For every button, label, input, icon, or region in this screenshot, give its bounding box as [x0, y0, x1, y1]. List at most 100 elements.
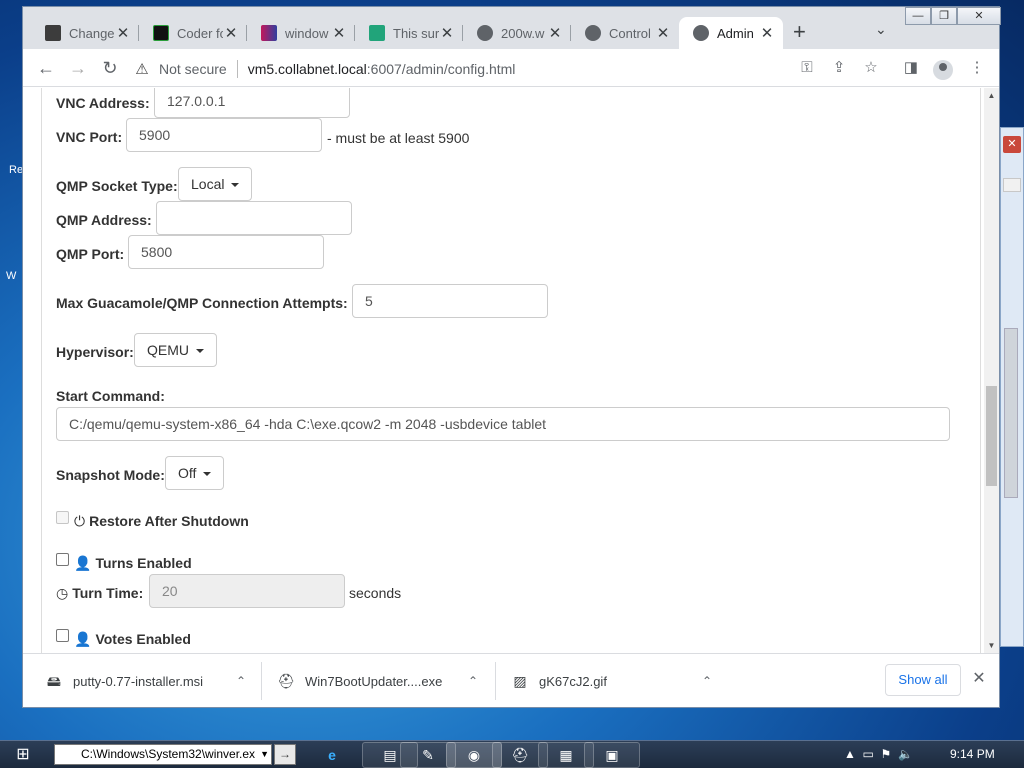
globe-icon: [477, 25, 493, 41]
not-secure-label[interactable]: Not secure: [159, 61, 227, 77]
user-icon: 👤: [74, 555, 92, 571]
url-text[interactable]: vm5.collabnet.local:6007/admin/config.ht…: [248, 61, 516, 77]
tab-coder[interactable]: Coder fo ✕: [139, 17, 247, 49]
votes-enabled-checkbox[interactable]: [56, 629, 69, 642]
tab-admin[interactable]: Admin ✕: [679, 17, 783, 49]
page-scrollbar[interactable]: ▲ ▼: [984, 88, 999, 653]
qmp-port-label: QMP Port:: [56, 246, 125, 262]
run-address-box[interactable]: C:\Windows\System32\winver.ex ▼: [54, 744, 272, 765]
start-command-label: Start Command:: [56, 388, 165, 404]
clock[interactable]: 9:14 PM: [950, 747, 995, 761]
qmp-port-input[interactable]: 5800: [128, 235, 324, 269]
download-item[interactable]: ⛑ Win7BootUpdater....exe ⌃: [277, 654, 483, 708]
qmp-address-input[interactable]: [156, 201, 352, 235]
restore-button[interactable]: ❐: [931, 7, 957, 25]
exe-icon: ⛑: [277, 673, 295, 689]
chevron-up-icon[interactable]: ⌃: [697, 674, 717, 688]
close-shelf-icon[interactable]: ✕: [969, 669, 989, 689]
snapshot-mode-label: Snapshot Mode:: [56, 467, 165, 483]
tab-this-sur[interactable]: This sur ✕: [355, 17, 463, 49]
votes-label-text: Votes Enabled: [95, 631, 191, 647]
turns-label-text: Turns Enabled: [95, 555, 192, 571]
page-content: VNC Address: 127.0.0.1 VNC Port: 5900 - …: [23, 88, 999, 653]
back-arrow-icon[interactable]: ←: [35, 57, 57, 79]
max-attempts-label: Max Guacamole/QMP Connection Attempts:: [56, 295, 348, 311]
qmp-socket-label: QMP Socket Type:: [56, 178, 178, 194]
turn-time-input[interactable]: 20: [149, 574, 345, 608]
profile-avatar[interactable]: [933, 60, 953, 80]
menu-kebab-icon[interactable]: ⋮: [967, 57, 987, 79]
side-panel-icon[interactable]: ◨: [901, 57, 921, 79]
start-command-input[interactable]: C:/qemu/qemu-system-x86_64 -hda C:\exe.q…: [56, 407, 950, 441]
image-icon: ▨: [513, 673, 527, 689]
windows-start-icon[interactable]: ⊞: [12, 745, 34, 765]
system-tray[interactable]: ▲ ▭ ⚑ 🔈: [844, 747, 913, 761]
download-name: gK67cJ2.gif: [539, 673, 607, 689]
go-arrow-icon[interactable]: →: [274, 744, 296, 765]
snapshot-mode-dropdown[interactable]: Off: [165, 456, 225, 490]
key-icon[interactable]: ⚿: [797, 57, 817, 79]
share-icon[interactable]: ⇪: [829, 57, 849, 79]
power-icon: ⏻: [74, 513, 86, 529]
qmp-socket-value: Local: [191, 176, 225, 192]
taskbar: ⊞ C:\Windows\System32\winver.ex ▼ → e ▤ …: [0, 740, 1024, 768]
turn-time-label-text: Turn Time:: [72, 585, 144, 601]
close-icon[interactable]: ✕: [223, 24, 239, 42]
tab-change[interactable]: Change ✕: [31, 17, 139, 49]
close-icon[interactable]: ✕: [331, 24, 347, 42]
tab-search-chevron-icon[interactable]: ⌄: [875, 21, 887, 38]
globe-icon: [693, 25, 709, 41]
new-tab-button[interactable]: +: [793, 21, 806, 43]
run-address-text: C:\Windows\System32\winver.ex: [81, 747, 256, 761]
close-icon[interactable]: ✕: [547, 24, 563, 42]
hypervisor-dropdown[interactable]: QEMU: [134, 333, 217, 367]
forward-arrow-icon[interactable]: →: [67, 57, 89, 79]
caret-down-icon: [203, 472, 212, 477]
desktop-icon-label: Re: [9, 164, 24, 176]
tab-label: window: [285, 25, 329, 41]
qmp-socket-dropdown[interactable]: Local: [178, 167, 253, 201]
edge-icon[interactable]: e: [304, 742, 360, 768]
scroll-down-icon[interactable]: ▼: [984, 638, 999, 653]
scrollbar-thumb[interactable]: [986, 386, 997, 486]
site-icon: [153, 25, 169, 41]
minimize-button[interactable]: —: [905, 7, 931, 25]
vnc-address-input[interactable]: 127.0.0.1: [154, 88, 350, 118]
scroll-up-icon[interactable]: ▲: [984, 88, 999, 103]
hypervisor-value: QEMU: [147, 342, 189, 358]
close-icon[interactable]: ✕: [655, 24, 671, 42]
dropdown-arrow-icon[interactable]: ▼: [260, 745, 269, 764]
download-name: Win7BootUpdater....exe: [305, 673, 443, 689]
vnc-port-label: VNC Port:: [56, 129, 123, 145]
browser-toolbar: ← → ↻ ⚠ Not secure vm5.collabnet.local:6…: [23, 49, 999, 87]
max-attempts-input[interactable]: 5: [352, 284, 548, 318]
reload-icon[interactable]: ↻: [99, 57, 121, 79]
caret-down-icon: [231, 183, 240, 188]
turn-time-unit: seconds: [349, 585, 402, 601]
restore-after-shutdown-label: ⏻ Restore After Shutdown: [74, 513, 249, 530]
tab-control[interactable]: Control ✕: [571, 17, 679, 49]
close-icon[interactable]: ✕: [759, 24, 775, 42]
tab-200w[interactable]: 200w.w ✕: [463, 17, 571, 49]
bookmark-star-icon[interactable]: ☆: [861, 57, 881, 79]
address-bar[interactable]: ⚠ Not secure vm5.collabnet.local:6007/ad…: [133, 55, 873, 83]
download-item[interactable]: 🖴 putty-0.77-installer.msi ⌃: [45, 654, 251, 708]
config-panel: VNC Address: 127.0.0.1 VNC Port: 5900 - …: [41, 88, 981, 653]
chevron-up-icon[interactable]: ⌃: [231, 674, 251, 688]
control-panel-icon[interactable]: ▣: [584, 742, 640, 768]
restore-after-shutdown-checkbox[interactable]: [56, 511, 69, 524]
download-item[interactable]: ▨ gK67cJ2.gif ⌃: [511, 654, 717, 708]
scrollbar-thumb: [1004, 328, 1018, 498]
turns-enabled-checkbox[interactable]: [56, 553, 69, 566]
vnc-port-input[interactable]: 5900: [126, 118, 322, 152]
close-icon[interactable]: ✕: [439, 24, 455, 42]
close-window-button[interactable]: ✕: [957, 7, 1001, 25]
tab-window[interactable]: window ✕: [247, 17, 355, 49]
hypervisor-label: Hypervisor:: [56, 344, 134, 360]
warning-icon[interactable]: ⚠: [133, 60, 151, 78]
close-icon[interactable]: ✕: [115, 24, 131, 42]
globe-icon: [585, 25, 601, 41]
show-all-button[interactable]: Show all: [885, 664, 961, 696]
clock-icon: ◷: [56, 585, 69, 601]
chevron-up-icon[interactable]: ⌃: [463, 674, 483, 688]
